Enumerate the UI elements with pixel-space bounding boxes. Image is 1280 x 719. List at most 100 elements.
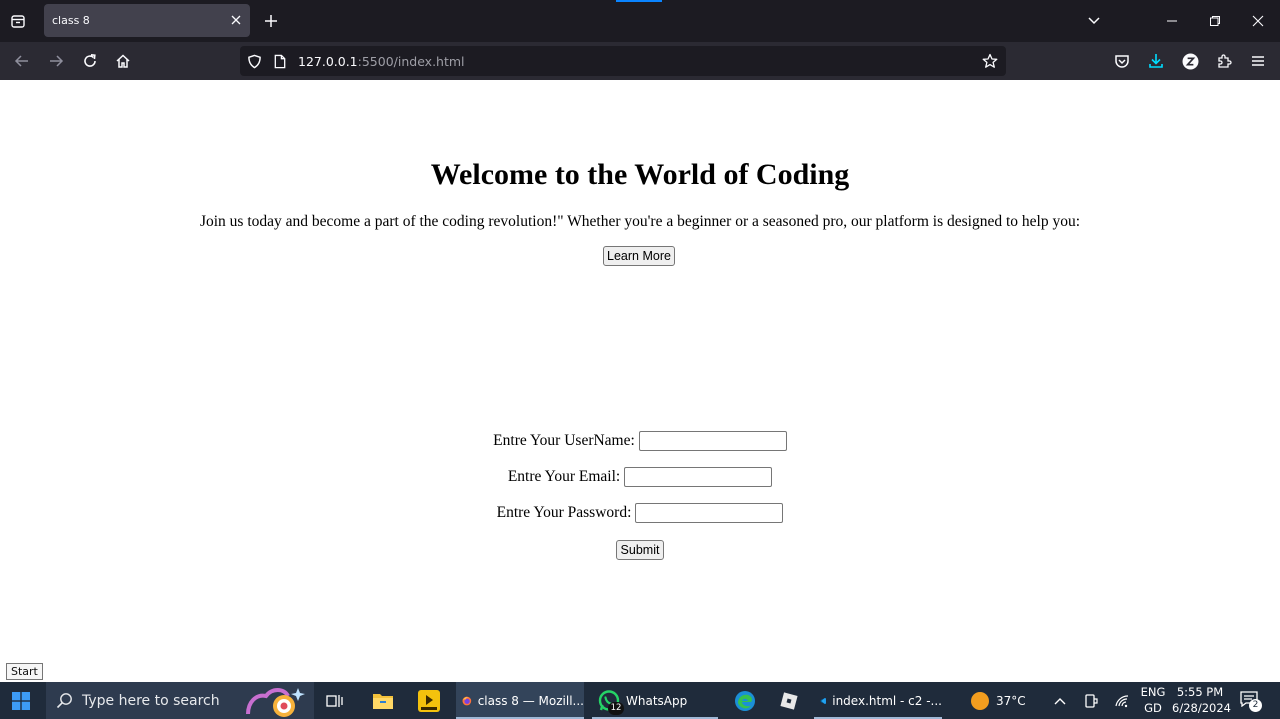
- url-text[interactable]: 127.0.0.1:5500/index.html: [298, 54, 465, 69]
- home-icon: [116, 54, 130, 68]
- close-icon: [231, 15, 241, 25]
- password-label: Entre Your Password:: [496, 504, 632, 521]
- email-label: Entre Your Email:: [507, 468, 621, 485]
- sun-icon: [971, 691, 989, 710]
- username-label: Entre Your UserName:: [493, 432, 635, 449]
- password-input[interactable]: [635, 503, 784, 523]
- extensions-button[interactable]: [1214, 51, 1234, 71]
- submit-button[interactable]: Submit: [616, 540, 664, 560]
- plus-icon: [265, 15, 277, 27]
- list-all-tabs-button[interactable]: [8, 11, 28, 31]
- language-indicator-bottom[interactable]: GD: [1140, 701, 1166, 715]
- browser-tab-active[interactable]: class 8: [44, 4, 250, 37]
- username-input[interactable]: [638, 431, 787, 451]
- tab-list-icon: [11, 15, 25, 28]
- windows-logo-icon: [12, 691, 30, 710]
- weather-temperature: 37°C: [996, 693, 1026, 708]
- email-row: Entre Your Email:: [0, 467, 1280, 489]
- reload-button[interactable]: [80, 51, 100, 71]
- download-icon: [1149, 54, 1163, 68]
- whatsapp-badge: 12: [608, 701, 624, 715]
- home-button[interactable]: [113, 51, 133, 71]
- start-tooltip: Start: [6, 663, 43, 680]
- notification-count-badge: 2: [1249, 698, 1262, 712]
- taskbar-app-firefox[interactable]: class 8 — Mozill...: [456, 682, 584, 719]
- task-view-button[interactable]: [326, 682, 348, 719]
- taskbar-app-vscode[interactable]: index.html - c2 -...: [814, 682, 942, 719]
- taskbar-app-whatsapp[interactable]: 12 WhatsApp: [592, 682, 718, 719]
- pocket-button[interactable]: [1112, 51, 1132, 71]
- show-hidden-icons-button[interactable]: [1054, 682, 1070, 719]
- clock-date[interactable]: 6/28/2024: [1172, 701, 1231, 715]
- clock-time[interactable]: 5:55 PM: [1172, 685, 1228, 699]
- arrow-left-icon: [14, 55, 28, 67]
- minimize-icon: [1167, 20, 1177, 22]
- hamburger-menu-icon: [1252, 56, 1264, 66]
- reload-icon: [84, 54, 96, 67]
- taskbar-search-box[interactable]: Type here to search: [46, 682, 314, 719]
- vscode-icon: [820, 697, 826, 704]
- tab-title: class 8: [52, 14, 90, 27]
- network-button[interactable]: [1114, 682, 1132, 719]
- chevron-down-icon: [1088, 17, 1100, 25]
- tab-close-button[interactable]: [228, 12, 244, 28]
- meet-now-button[interactable]: [1084, 682, 1100, 719]
- puzzle-icon: [1218, 54, 1232, 68]
- account-button[interactable]: [1180, 51, 1200, 71]
- tracking-protection-button[interactable]: [246, 53, 262, 69]
- file-explorer-button[interactable]: [372, 682, 396, 719]
- language-indicator-top[interactable]: ENG: [1140, 685, 1166, 699]
- window-accent: [616, 0, 662, 2]
- navigation-toolbar: 127.0.0.1:5500/index.html: [0, 42, 1280, 80]
- wifi-icon: [1115, 694, 1129, 707]
- account-z-icon: [1182, 53, 1198, 69]
- edge-icon: [735, 690, 755, 711]
- back-button[interactable]: [12, 51, 32, 71]
- search-highlight-icon: [246, 688, 305, 717]
- forward-button[interactable]: [46, 51, 66, 71]
- search-icon: [56, 693, 72, 709]
- folder-icon: [373, 693, 393, 709]
- search-placeholder: Type here to search: [82, 693, 220, 709]
- arrow-right-icon: [50, 55, 64, 67]
- task-view-icon: [326, 694, 343, 707]
- taskbar: Type here to search class 8 — Mozill... …: [0, 682, 1280, 719]
- page-heading: Welcome to the World of Coding: [430, 158, 850, 191]
- new-tab-button[interactable]: [262, 12, 280, 30]
- player-app-button[interactable]: [418, 682, 442, 719]
- start-button[interactable]: [12, 682, 36, 719]
- taskbar-app-label: index.html - c2 -...: [832, 693, 942, 708]
- restore-icon: [1210, 16, 1220, 26]
- pocket-icon: [1115, 55, 1129, 68]
- firefox-icon: [462, 696, 472, 705]
- learn-more-button[interactable]: Learn More: [603, 246, 675, 266]
- notification-center-button[interactable]: 2: [1240, 682, 1264, 719]
- username-row: Entre Your UserName:: [0, 431, 1280, 453]
- page-icon: [274, 54, 286, 68]
- email-input[interactable]: [624, 467, 773, 487]
- downloads-button[interactable]: [1146, 51, 1166, 71]
- minimize-button[interactable]: [1162, 11, 1182, 31]
- url-host: 127.0.0.1: [298, 54, 358, 69]
- tab-overflow-button[interactable]: [1086, 12, 1102, 28]
- tab-strip: class 8: [0, 0, 1280, 42]
- star-icon: [982, 53, 998, 68]
- url-bar[interactable]: 127.0.0.1:5500/index.html: [240, 46, 1006, 76]
- site-info-button[interactable]: [272, 53, 288, 69]
- roblox-icon: [780, 691, 798, 710]
- password-row: Entre Your Password:: [0, 503, 1280, 525]
- taskbar-app-roblox[interactable]: [778, 682, 802, 719]
- bookmark-button[interactable]: [982, 53, 998, 69]
- shield-icon: [247, 54, 261, 68]
- restore-button[interactable]: [1205, 11, 1225, 31]
- notification-icon-wrap: 2: [1240, 690, 1262, 712]
- url-path: :5500/index.html: [357, 54, 465, 69]
- whatsapp-icon-wrap: 12: [598, 689, 624, 715]
- taskbar-app-edge[interactable]: [734, 682, 758, 719]
- chevron-up-icon: [1054, 697, 1066, 704]
- app-menu-button[interactable]: [1248, 51, 1268, 71]
- taskbar-app-label: WhatsApp: [626, 693, 688, 708]
- weather-widget[interactable]: 37°C: [970, 682, 1032, 719]
- page-content: Welcome to the World of Coding Join us t…: [0, 80, 1280, 682]
- close-window-button[interactable]: [1248, 11, 1268, 31]
